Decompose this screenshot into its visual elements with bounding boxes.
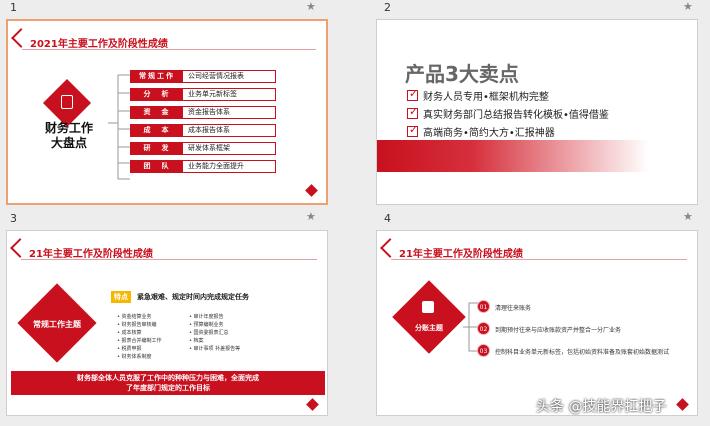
diamond-label: 常规工作主题 [33,320,81,329]
bullet-item: • 档案 [189,338,204,344]
puzzle-icon [422,301,434,313]
row-key: 团 队 [131,161,183,172]
summary-banner: 财务部全体人员克服了工作中的种种压力与困难，全面完成 了年度部门规定的工作目标 [11,371,325,395]
item-text: 清理往来账务 [495,305,532,312]
end-dot-icon [306,398,319,411]
checkbox-icon [407,105,418,119]
row-value: 资金报告体系 [188,108,230,116]
brace-connector [108,74,130,180]
corner-arrow-icon [11,28,31,48]
work-row: 常规工作 公司经营情况报表 [130,70,276,83]
slide-thumbnail-4[interactable]: 21年主要工作及阶段性成绩 分账主题 01 清理往来账务 02 到期预付往来与应… [376,230,698,416]
selling-point: 高端商务•简约大方•汇报神器 [407,123,555,139]
item-text: 到期预付往来与应收账款资产并整合一分厂业务 [495,327,622,334]
corner-arrow-icon [380,238,400,258]
bullet-item: • 财务报告审核编 [117,322,157,328]
bullet-item: • 预算编制业务 [189,322,224,328]
bullets-left: • 资金结算业务 • 财务报告审核编 • 成本核算 • 报表合并编制工作 • 税… [117,313,162,361]
header-divider [21,259,317,260]
slide-thumbnail-1[interactable]: 2021年主要工作及阶段性成绩 财务工作 大盘点 常规工作 公司经营情况报表 分 … [6,19,328,205]
star-icon[interactable]: ★ [306,0,316,13]
item-number: 02 [477,322,490,335]
watermark: 头条 @技能界扛把子 [536,399,667,415]
point-text: 真实财务部门总结报告转化模板•值得借鉴 [423,110,609,121]
work-row: 分 析业务单元新标签 [130,88,276,101]
end-dot-icon [305,184,318,197]
slide-number-1: 1 [10,1,17,14]
bullets-right: • 审计年度报告 • 预算编制业务 • 国资委报表汇总 • 档案 • 审计事项 … [189,313,240,353]
bullet-item: • 成本核算 [117,330,142,336]
row-key: 常规工作 [131,71,183,82]
subtitle: 紧急艰难、规定时间内完成规定任务 [137,293,249,301]
row-key: 成 本 [131,125,183,136]
item-number: 01 [477,300,490,313]
selling-point: 财务人员专用•框架机构完整 [407,87,549,103]
bullet-item: • 审计年度报告 [189,314,224,320]
item-number: 03 [477,344,490,357]
bullet-item: • 国资委报表汇总 [189,330,229,336]
bullet-item: • 税费申报 [117,346,142,352]
row-key: 分 析 [131,89,183,100]
row-key: 资 金 [131,107,183,118]
row-value: 业务能力全面提升 [188,162,244,170]
slide-header: 2021年主要工作及阶段性成绩 [30,39,168,50]
work-row: 成 本成本报告体系 [130,124,276,137]
point-text: 财务人员专用•框架机构完整 [423,92,549,103]
tag: 特点 [111,291,131,303]
bullet-item: • 审计事项 补差报告等 [189,346,241,352]
bullet-item: • 财务体系制度 [117,354,152,360]
work-row: 资 金资金报告体系 [130,106,276,119]
point-text: 高端商务•简约大方•汇报神器 [423,128,555,139]
corner-arrow-icon [10,238,30,258]
star-icon[interactable]: ★ [683,210,693,223]
work-row: 团 队业务能力全面提升 [130,160,276,173]
document-icon [61,95,73,109]
checkbox-icon [407,123,418,137]
slide-header: 21年主要工作及阶段性成绩 [399,249,523,260]
row-value: 业务单元新标签 [188,90,237,98]
row-key: 研 发 [131,143,183,154]
bullet-item: • 资金结算业务 [117,314,152,320]
bullet-item: • 报表合并编制工作 [117,338,162,344]
slide-number-3: 3 [10,212,17,225]
row-value: 成本报告体系 [188,126,230,134]
diamond-label: 分账主题 [415,324,443,332]
checkbox-icon [407,87,418,101]
item-text: 控制科目业务单元新标签，包括初始资料准备及账套初始数据测试 [495,349,670,356]
selling-point: 真实财务部门总结报告转化模板•值得借鉴 [407,105,609,121]
end-dot-icon [676,398,689,411]
star-icon[interactable]: ★ [683,0,693,13]
slide-number-2: 2 [384,1,391,14]
star-icon[interactable]: ★ [306,210,316,223]
red-gradient-band [377,140,697,172]
row-value: 公司经营情况报表 [188,72,244,80]
slide-diamond [392,280,466,354]
center-title: 财务工作 大盘点 [44,121,93,150]
header-divider [22,49,316,50]
slide-title: 产品3大卖点 [405,62,519,86]
row-value: 研发体系框架 [188,144,230,152]
header-divider [391,259,687,260]
slide-header: 21年主要工作及阶段性成绩 [29,249,153,260]
work-row: 研 发研发体系框架 [130,142,276,155]
slide-number-4: 4 [384,212,391,225]
slide-thumbnail-3[interactable]: 21年主要工作及阶段性成绩 常规工作主题 特点 紧急艰难、规定时间内完成规定任务… [6,230,328,416]
slide-thumbnail-2[interactable]: 产品3大卖点 财务人员专用•框架机构完整 真实财务部门总结报告转化模板•值得借鉴… [376,19,698,205]
